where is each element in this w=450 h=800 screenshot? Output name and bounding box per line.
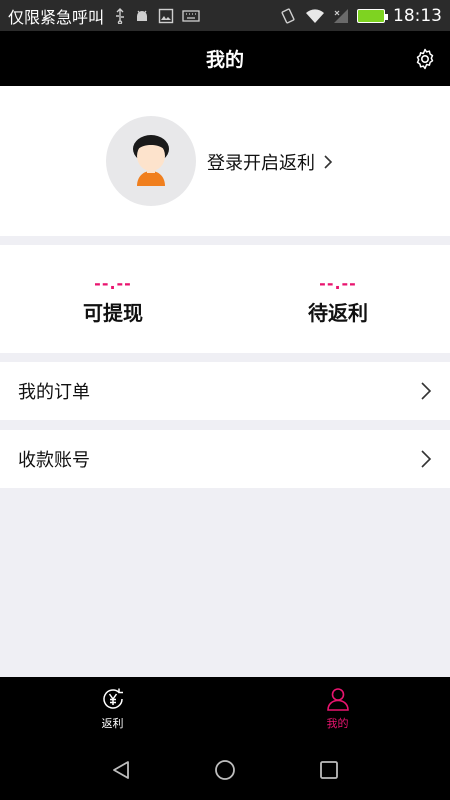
- tab-rebate[interactable]: 返利: [0, 677, 225, 740]
- no-signal-icon: [333, 8, 349, 24]
- usb-icon: [114, 7, 126, 24]
- balance-card: --.-- 可提现 --.-- 待返利: [0, 245, 450, 353]
- system-nav-bar: [0, 740, 450, 800]
- chevron-right-icon: [420, 381, 432, 401]
- battery-icon: [357, 8, 388, 23]
- settings-button[interactable]: [412, 46, 438, 72]
- chevron-right-icon: [420, 449, 432, 469]
- keyboard-icon: [182, 9, 200, 23]
- recents-button[interactable]: [317, 758, 341, 782]
- title-bar: 我的: [0, 31, 450, 86]
- back-button[interactable]: [109, 758, 133, 782]
- menu-item-label: 收款账号: [18, 450, 90, 471]
- image-icon: [158, 8, 174, 24]
- pending-rebate-value: --.--: [319, 274, 357, 293]
- menu-item-label: 我的订单: [18, 382, 90, 403]
- pending-rebate-label: 待返利: [308, 301, 368, 325]
- login-text: 登录开启返利: [207, 153, 315, 174]
- home-button[interactable]: [213, 758, 237, 782]
- clock: 18:13: [393, 5, 442, 26]
- pending-rebate-item[interactable]: --.-- 待返利: [278, 275, 398, 326]
- home-circle-icon: [215, 760, 235, 780]
- withdrawable-label: 可提现: [83, 301, 143, 325]
- login-link[interactable]: 登录开启返利: [207, 149, 333, 175]
- yen-refresh-icon: [102, 688, 123, 709]
- withdrawable-item[interactable]: --.-- 可提现: [53, 275, 173, 326]
- person-icon: [326, 688, 349, 711]
- android-debug-icon: [134, 8, 150, 24]
- vibrate-icon: [279, 7, 297, 25]
- page-title: 我的: [205, 49, 244, 71]
- recents-square-icon: [320, 761, 338, 779]
- withdrawable-value: --.--: [94, 274, 132, 293]
- tab-label: 我的: [326, 717, 349, 730]
- back-triangle-icon: [113, 761, 129, 779]
- menu-item-my-orders[interactable]: 我的订单: [0, 362, 450, 420]
- notification-icons: [114, 7, 200, 24]
- avatar[interactable]: [106, 116, 196, 206]
- menu-item-payment-account[interactable]: 收款账号: [0, 430, 450, 488]
- bottom-tab-bar: 返利 我的: [0, 677, 450, 740]
- wifi-icon: [305, 8, 325, 24]
- status-bar: 仅限紧急呼叫 18:13: [0, 0, 450, 31]
- chevron-right-icon: [324, 155, 333, 169]
- system-icons: 18:13: [279, 6, 442, 26]
- carrier-text: 仅限紧急呼叫: [8, 7, 105, 27]
- tab-mine[interactable]: 我的: [225, 677, 450, 740]
- tab-label: 返利: [101, 717, 124, 730]
- gear-icon: [416, 48, 434, 70]
- profile-card: 登录开启返利: [0, 86, 450, 236]
